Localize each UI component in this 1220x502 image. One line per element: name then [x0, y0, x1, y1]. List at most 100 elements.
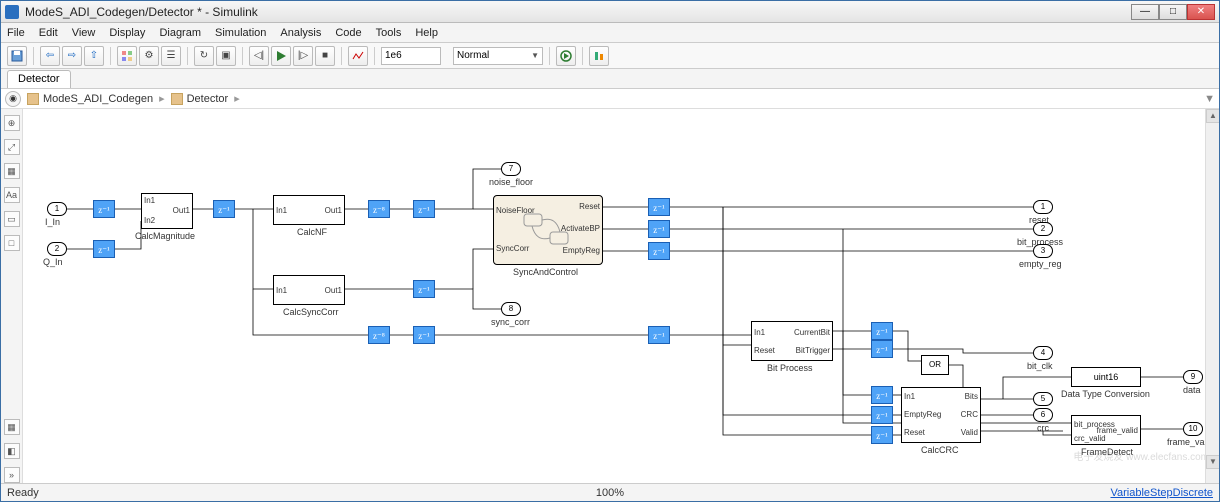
sim-mode-select[interactable]: Normal▼ — [453, 47, 543, 65]
minimize-button[interactable]: — — [1131, 4, 1159, 20]
outport-sync-corr[interactable]: 8 — [501, 302, 521, 316]
close-button[interactable]: ✕ — [1187, 4, 1215, 20]
subsystem-calccrc[interactable]: In1 EmptyReg Reset Bits CRC Valid — [901, 387, 981, 443]
highlight-button[interactable]: ▦ — [4, 419, 20, 435]
outport-reset[interactable]: 1 — [1033, 200, 1053, 214]
menu-code[interactable]: Code — [335, 27, 361, 39]
delay-block[interactable]: z⁻¹ — [213, 200, 235, 218]
delay-block[interactable]: z⁻¹ — [413, 200, 435, 218]
viewport-button[interactable]: □ — [4, 235, 20, 251]
stop-button[interactable]: ■ — [315, 46, 335, 66]
stop-time-input[interactable]: 1e6 — [381, 47, 441, 65]
menu-help[interactable]: Help — [415, 27, 438, 39]
delay-block[interactable]: z⁻¹ — [93, 200, 115, 218]
canvas[interactable]: 1 I_In 2 Q_In z⁻¹ z⁻¹ In1 In2 Out1 CalcM… — [23, 109, 1219, 483]
delay-block[interactable]: z⁻¹ — [648, 242, 670, 260]
run-button[interactable] — [271, 46, 291, 66]
menu-display[interactable]: Display — [109, 27, 145, 39]
more-button[interactable]: » — [4, 467, 20, 483]
delay-block[interactable]: z⁻¹ — [648, 326, 670, 344]
zoom-button[interactable]: ⤢ — [4, 139, 20, 155]
delay-block[interactable]: z⁻¹ — [871, 340, 893, 358]
annotate-button[interactable]: Aa — [4, 187, 20, 203]
library-browser-button[interactable] — [117, 46, 137, 66]
model-explorer-button[interactable]: ☰ — [161, 46, 181, 66]
subsystem-bitprocess[interactable]: In1 Reset CurrentBit BitTrigger — [751, 321, 833, 361]
delay-block[interactable]: z⁻¹ — [871, 322, 893, 340]
window-title: ModeS_ADI_Codegen/Detector * - Simulink — [25, 5, 1131, 19]
subsystem-framedetect[interactable]: bit_process crc_valid frame_valid — [1071, 415, 1141, 445]
outport-bits[interactable]: 5 — [1033, 392, 1053, 406]
build-button[interactable]: ▣ — [216, 46, 236, 66]
delay-block[interactable]: z⁻¹ — [871, 406, 893, 424]
sim-data-inspector-button[interactable] — [589, 46, 609, 66]
crumb-sep: ▸ — [159, 92, 165, 105]
logic-or[interactable]: OR — [921, 355, 949, 375]
status-bar: Ready 100% VariableStepDiscrete — [1, 483, 1219, 501]
delay-block[interactable]: z⁻¹ — [93, 240, 115, 258]
subsystem-calcmagnitude[interactable]: In1 In2 Out1 — [141, 193, 193, 229]
menu-view[interactable]: View — [72, 27, 96, 39]
app-window: ModeS_ADI_Codegen/Detector * - Simulink … — [0, 0, 1220, 502]
menu-file[interactable]: File — [7, 27, 25, 39]
subsystem-label: CalcCRC — [921, 445, 959, 455]
delay-block[interactable]: z⁻⁸ — [368, 326, 390, 344]
subsystem-calcsynccorr[interactable]: In1 Out1 — [273, 275, 345, 305]
status-solver[interactable]: VariableStepDiscrete — [1110, 487, 1213, 499]
delay-block[interactable]: z⁻¹ — [871, 426, 893, 444]
delay-block[interactable]: z⁻¹ — [413, 280, 435, 298]
tab-detector[interactable]: Detector — [7, 70, 71, 88]
step-back-button[interactable]: ◁| — [249, 46, 269, 66]
menu-analysis[interactable]: Analysis — [280, 27, 321, 39]
maximize-button[interactable]: □ — [1159, 4, 1187, 20]
app-icon — [5, 5, 19, 19]
outport-frame-valid[interactable]: 10 — [1183, 422, 1203, 436]
crumb-sub[interactable]: Detector — [187, 93, 229, 105]
model-icon — [27, 93, 39, 105]
fast-restart-button[interactable] — [556, 46, 576, 66]
scroll-down-button[interactable]: ▼ — [1206, 455, 1219, 469]
outport-label: sync_corr — [491, 317, 530, 327]
scroll-up-button[interactable]: ▲ — [1206, 109, 1219, 123]
outport-bit-clk[interactable]: 4 — [1033, 346, 1053, 360]
crumb-dropdown[interactable]: ▼ — [1204, 93, 1215, 105]
image-button[interactable]: ▭ — [4, 211, 20, 227]
subsystem-label: CalcMagnitude — [135, 231, 195, 241]
delay-block[interactable]: z⁻¹ — [648, 220, 670, 238]
menu-diagram[interactable]: Diagram — [159, 27, 201, 39]
subsystem-syncandcontrol[interactable]: NoiseFloor SyncCorr Reset ActivateBP Emp… — [493, 195, 603, 265]
outport-data[interactable]: 9 — [1183, 370, 1203, 384]
subsystem-calcnf[interactable]: In1 Out1 — [273, 195, 345, 225]
outport-crc[interactable]: 6 — [1033, 408, 1053, 422]
outport-empty-reg[interactable]: 3 — [1033, 244, 1053, 258]
menu-tools[interactable]: Tools — [376, 27, 402, 39]
model-config-button[interactable]: ⚙ — [139, 46, 159, 66]
delay-block[interactable]: z⁻¹ — [413, 326, 435, 344]
zoom-in-button[interactable]: ⊕ — [4, 115, 20, 131]
vertical-scrollbar[interactable]: ▲ ▼ — [1205, 109, 1219, 483]
subsystem-label: CalcNF — [297, 227, 327, 237]
signal-trace-button[interactable] — [348, 46, 368, 66]
crumb-back-button[interactable]: ◉ — [5, 91, 21, 107]
nav-up-button[interactable]: ⇧ — [84, 46, 104, 66]
outport-bit-process[interactable]: 2 — [1033, 222, 1053, 236]
nav-fwd-button[interactable]: ⇨ — [62, 46, 82, 66]
block-datatype-conversion[interactable]: uint16 — [1071, 367, 1141, 387]
subsystem-label: CalcSyncCorr — [283, 307, 339, 317]
fit-button[interactable]: ▦ — [4, 163, 20, 179]
record-button[interactable]: ◧ — [4, 443, 20, 459]
save-button[interactable] — [7, 46, 27, 66]
crumb-root[interactable]: ModeS_ADI_Codegen — [43, 93, 153, 105]
inport-q[interactable]: 2 — [47, 242, 67, 256]
step-fwd-button[interactable]: |▷ — [293, 46, 313, 66]
delay-block[interactable]: z⁻¹ — [871, 386, 893, 404]
menu-simulation[interactable]: Simulation — [215, 27, 266, 39]
delay-block[interactable]: z⁻⁸ — [368, 200, 390, 218]
status-ready: Ready — [7, 487, 39, 499]
menu-edit[interactable]: Edit — [39, 27, 58, 39]
nav-back-button[interactable]: ⇦ — [40, 46, 60, 66]
outport-noise-floor[interactable]: 7 — [501, 162, 521, 176]
update-diagram-button[interactable]: ↻ — [194, 46, 214, 66]
inport-i[interactable]: 1 — [47, 202, 67, 216]
delay-block[interactable]: z⁻¹ — [648, 198, 670, 216]
